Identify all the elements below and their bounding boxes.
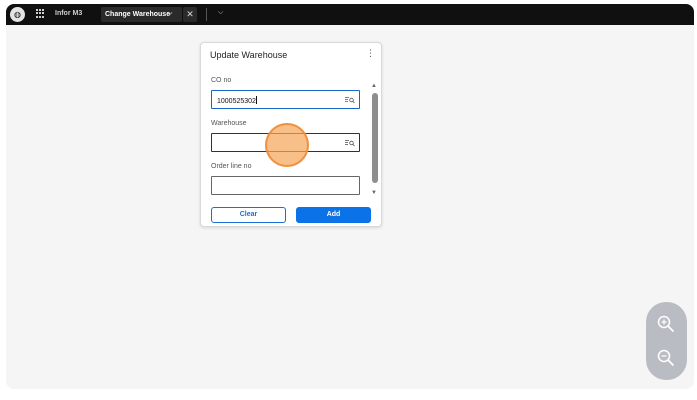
toolbar-divider (206, 8, 207, 21)
clear-button[interactable]: Clear (211, 207, 286, 223)
co-no-label: CO no (211, 77, 232, 84)
lookup-icon[interactable] (345, 96, 355, 104)
more-options-icon[interactable]: ⋮ (366, 49, 375, 58)
lookup-icon[interactable] (345, 139, 355, 147)
scroll-down-arrow[interactable]: ▼ (371, 190, 377, 196)
chevron-down-icon[interactable]: ⌵ (218, 9, 223, 17)
app-name: Infor M3 (55, 10, 83, 17)
order-line-no-label: Order line no (211, 163, 252, 170)
add-button[interactable]: Add (296, 207, 371, 223)
close-icon[interactable]: ✕ (183, 7, 197, 22)
zoom-out-icon[interactable] (656, 348, 676, 368)
co-no-field[interactable]: 1000525302 (211, 90, 360, 109)
zoom-controls (646, 302, 687, 380)
co-no-value: 1000525302 (217, 98, 256, 105)
top-bar: ◍ Infor M3 Change Warehouse ⌵ ✕ ⌵ (6, 4, 694, 25)
order-line-no-field[interactable] (211, 176, 360, 195)
scroll-up-arrow[interactable]: ▲ (371, 83, 377, 89)
app-grid-icon[interactable] (36, 9, 45, 18)
app-window: ◍ Infor M3 Change Warehouse ⌵ ✕ ⌵ Update… (6, 4, 694, 389)
chevron-down-icon[interactable]: ⌵ (167, 10, 172, 18)
tab-label: Change Warehouse (105, 11, 171, 18)
globe-icon[interactable]: ◍ (10, 7, 25, 22)
scrollbar-thumb[interactable] (372, 93, 378, 183)
click-indicator (265, 123, 309, 167)
dialog-title: Update Warehouse (210, 50, 288, 60)
warehouse-label: Warehouse (211, 120, 247, 127)
zoom-in-icon[interactable] (656, 314, 676, 334)
tab-change-warehouse[interactable]: Change Warehouse ⌵ (101, 7, 182, 22)
text-caret (255, 96, 257, 104)
